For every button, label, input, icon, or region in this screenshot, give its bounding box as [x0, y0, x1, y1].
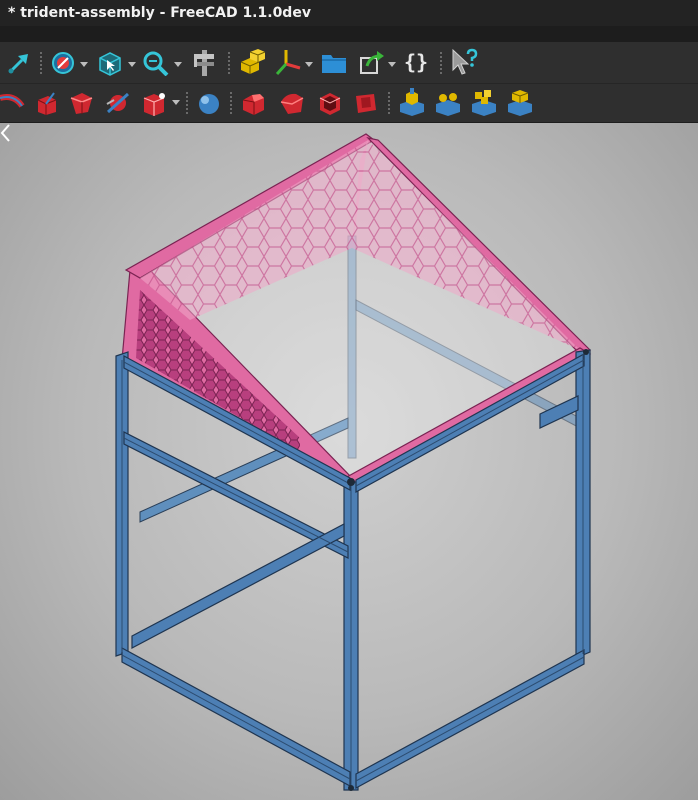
- thickness-box-icon[interactable]: [316, 90, 344, 116]
- section-icon[interactable]: [104, 90, 132, 116]
- view-box-dropdown[interactable]: [128, 62, 136, 67]
- toolbar-separator: [40, 52, 42, 74]
- title-bar: * trident-assembly - FreeCAD 1.1.0dev: [0, 0, 698, 26]
- chamfer-icon[interactable]: [240, 90, 268, 116]
- axis-dropdown[interactable]: [305, 62, 313, 67]
- toolbar-separator: [440, 52, 442, 74]
- zoom-dropdown[interactable]: [174, 62, 182, 67]
- primitives-dropdown[interactable]: [172, 100, 180, 105]
- toolbar-separator: [388, 92, 390, 114]
- window-title: * trident-assembly - FreeCAD 1.1.0dev: [8, 5, 311, 21]
- extrude-icon[interactable]: [34, 90, 60, 116]
- draw-style-icon[interactable]: [50, 50, 76, 76]
- link-arrow-icon[interactable]: [358, 50, 386, 76]
- boolean-cut-icon[interactable]: [398, 88, 426, 116]
- folder-icon[interactable]: [320, 50, 348, 76]
- part-cubes-icon[interactable]: [238, 48, 266, 76]
- measure-caliper-icon[interactable]: [190, 48, 218, 78]
- sphere-icon[interactable]: [196, 90, 222, 116]
- menu-bar: [0, 26, 698, 42]
- toolbar-part: [0, 84, 698, 123]
- draw-style-dropdown[interactable]: [80, 62, 88, 67]
- link-dropdown[interactable]: [388, 62, 396, 67]
- compound-icon[interactable]: [470, 88, 498, 116]
- boolean-fuse-icon[interactable]: [434, 88, 462, 116]
- loft-icon[interactable]: [68, 90, 96, 116]
- panel-collapse-icon[interactable]: [0, 123, 10, 143]
- toolbar-view: {}: [0, 42, 698, 84]
- toolbar-separator: [186, 92, 188, 114]
- view-box-icon[interactable]: [96, 50, 124, 76]
- axis-cross-icon[interactable]: [274, 48, 302, 76]
- braces-icon[interactable]: {}: [404, 48, 428, 76]
- mirror-box-icon[interactable]: [140, 90, 168, 116]
- toolbar-separator: [230, 92, 232, 114]
- toolbar-separator: [228, 52, 230, 74]
- fillet-icon[interactable]: [278, 90, 306, 116]
- offset-icon[interactable]: [352, 90, 380, 116]
- revolve-icon[interactable]: [0, 90, 26, 116]
- zoom-icon[interactable]: [142, 50, 170, 76]
- 3d-view[interactable]: [0, 123, 698, 800]
- stack-icon[interactable]: [506, 88, 534, 116]
- whats-this-icon[interactable]: [450, 48, 480, 76]
- macro-arrow-icon[interactable]: [6, 50, 32, 76]
- assembly-model[interactable]: [0, 123, 698, 800]
